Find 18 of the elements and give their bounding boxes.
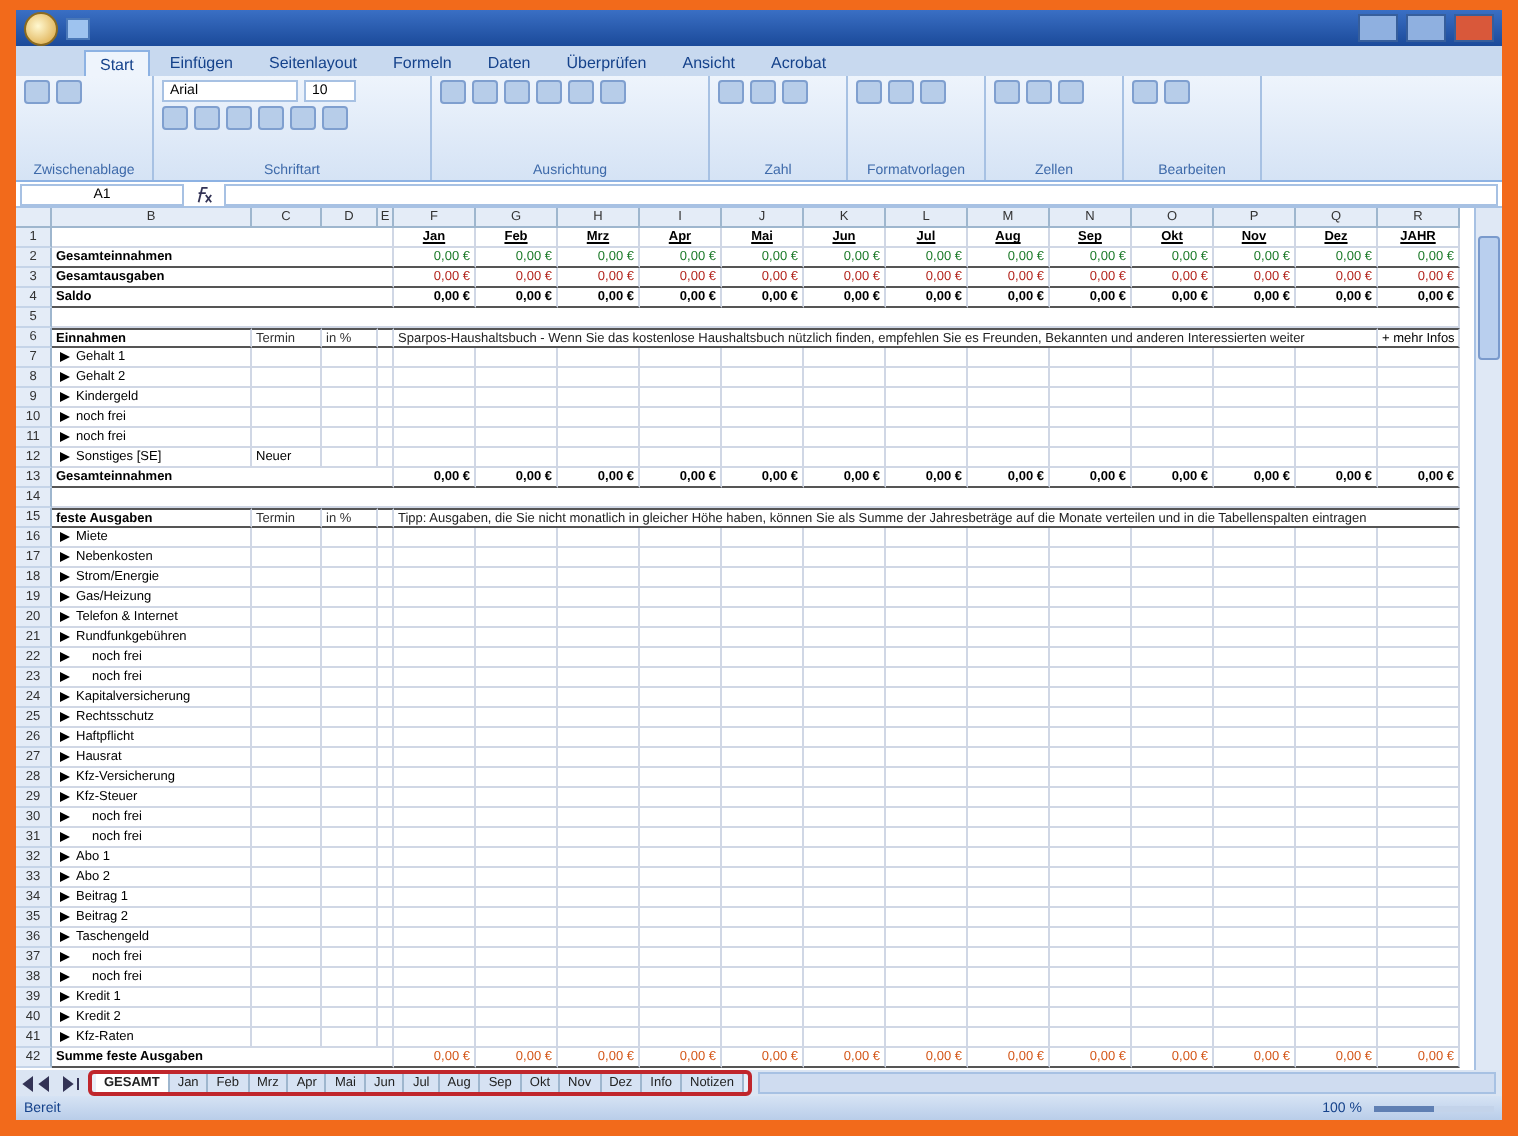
ribbon-tab[interactable]: Einfügen	[153, 50, 249, 76]
ribbon-tab[interactable]: Überprüfen	[550, 50, 663, 76]
ribbon-tab[interactable]: Seitenlayout	[253, 50, 374, 76]
ribbon-tab[interactable]: Formeln	[377, 50, 468, 76]
horizontal-scrollbar[interactable]	[758, 1072, 1496, 1094]
formula-field[interactable]	[224, 183, 1498, 205]
save-icon[interactable]	[66, 17, 90, 39]
minimize-icon[interactable]	[1358, 14, 1398, 42]
ribbon-tab[interactable]: Ansicht	[666, 50, 751, 76]
sheet-navigation-icon[interactable]	[22, 1075, 82, 1091]
maximize-icon[interactable]	[1406, 14, 1446, 42]
ribbon-tab[interactable]: Acrobat	[755, 50, 843, 76]
function-icon[interactable]	[192, 185, 216, 203]
zoom-slider[interactable]	[1374, 1105, 1434, 1111]
vertical-scrollbar[interactable]	[1474, 208, 1502, 1070]
office-button[interactable]	[24, 11, 58, 45]
ribbon-tab[interactable]: Start	[84, 50, 150, 76]
ribbon-tab[interactable]: Daten	[471, 50, 547, 76]
